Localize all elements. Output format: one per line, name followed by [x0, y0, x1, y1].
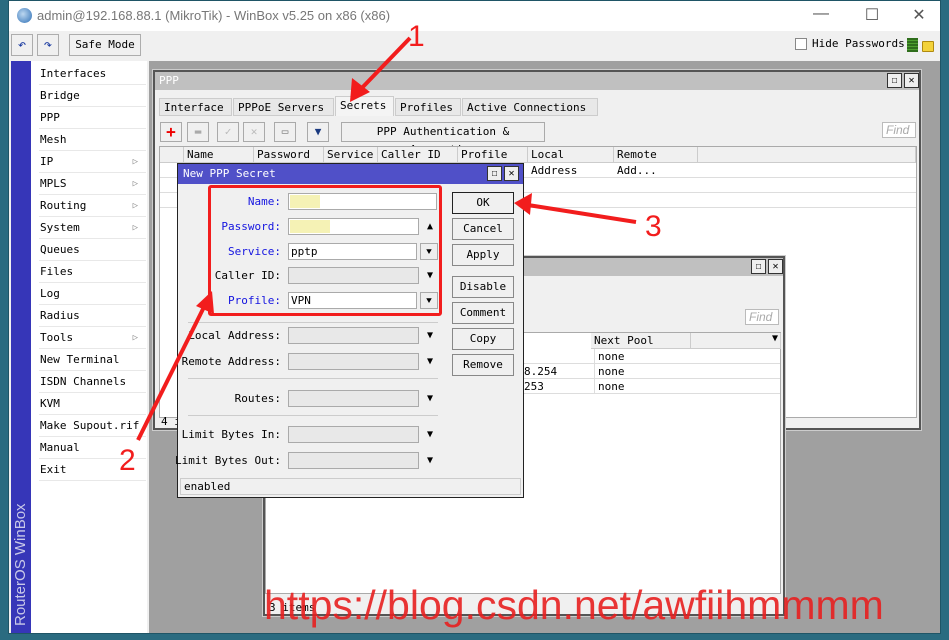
arrow-1: [350, 36, 412, 102]
annotation-number-2: 2: [119, 444, 136, 477]
watermark: https://blog.csdn.net/awfiihmmmm: [264, 582, 884, 628]
annotation-arrows: [136, 36, 637, 441]
annotation-number-3: 3: [645, 210, 662, 243]
arrow-3: [514, 193, 637, 224]
arrow-2: [136, 291, 214, 441]
annotation-number-1: 1: [408, 20, 425, 53]
